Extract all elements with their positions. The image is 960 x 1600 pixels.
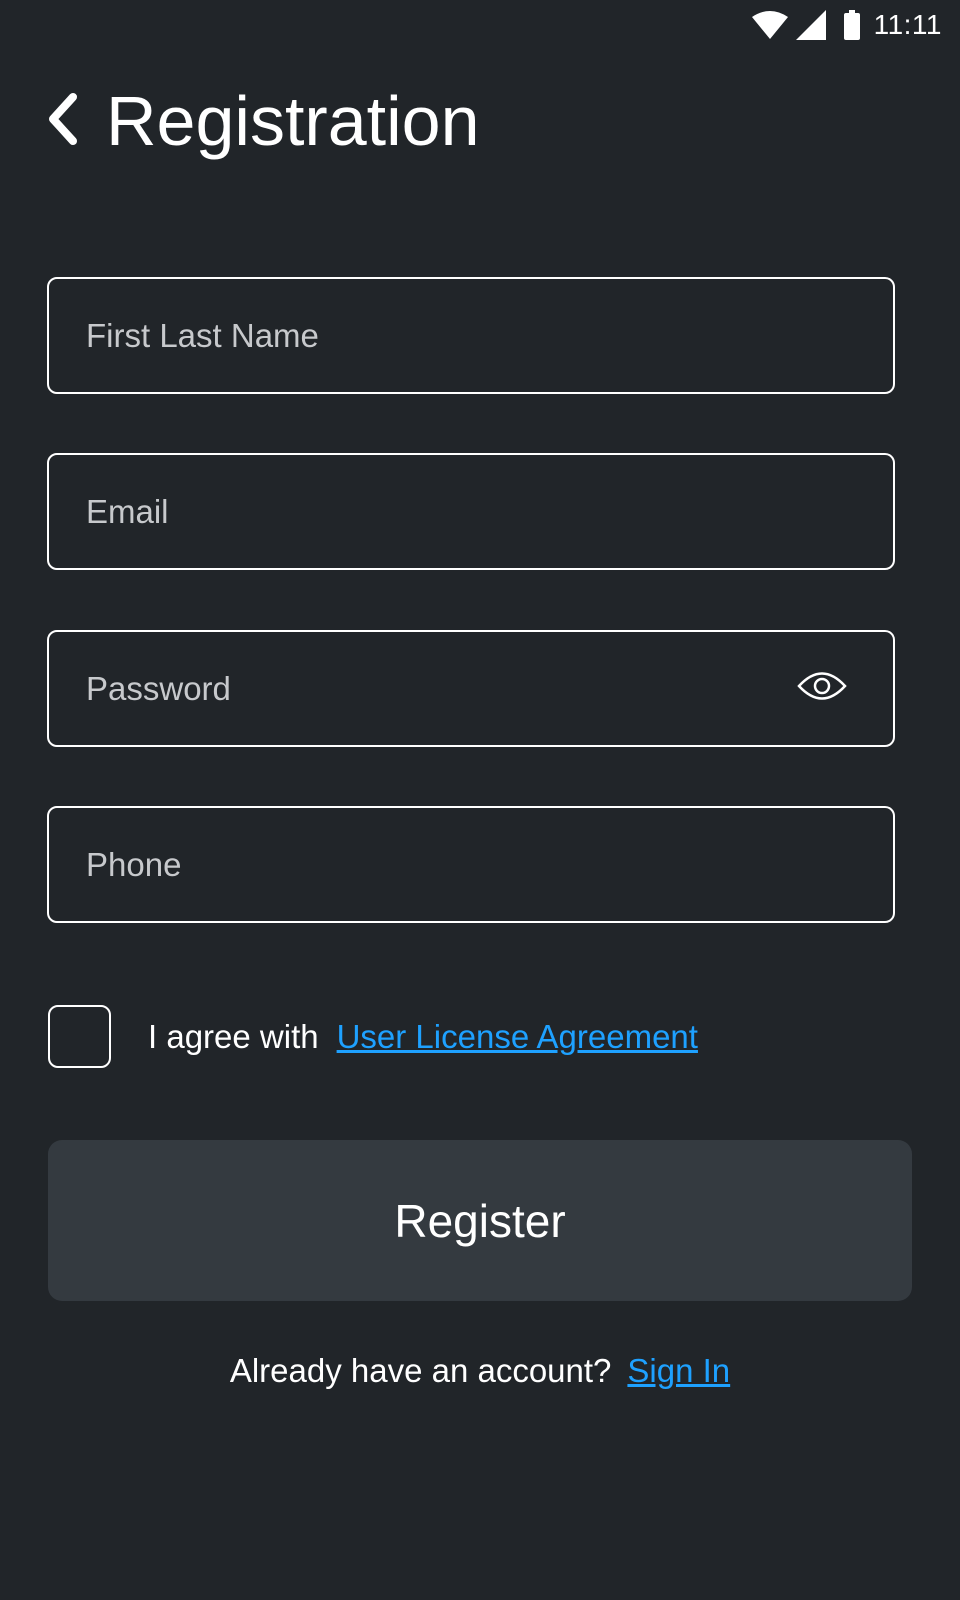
register-button[interactable]: Register: [48, 1140, 912, 1301]
email-input[interactable]: [49, 455, 893, 568]
agreement-text: I agree with: [148, 1017, 319, 1055]
name-input[interactable]: [49, 279, 893, 392]
password-visibility-toggle[interactable]: [787, 654, 857, 724]
status-bar: 11:11: [0, 0, 960, 50]
user-license-agreement-link[interactable]: User License Agreement: [337, 1018, 698, 1056]
phone-input[interactable]: [49, 808, 893, 921]
chevron-left-icon: [45, 92, 79, 150]
agreement-row: I agree with User License Agreement: [48, 1005, 698, 1068]
page-title: Registration: [106, 82, 480, 160]
status-icons: 11:11: [751, 6, 942, 44]
eye-icon: [797, 671, 847, 706]
status-time: 11:11: [873, 9, 942, 40]
name-field[interactable]: [47, 277, 895, 394]
cell-signal-icon: [795, 10, 826, 40]
signin-prompt: Already have an account?: [229, 1352, 612, 1389]
agreement-checkbox[interactable]: [48, 1005, 111, 1068]
back-button[interactable]: [40, 91, 84, 151]
sign-in-link[interactable]: Sign In: [627, 1352, 730, 1389]
phone-field[interactable]: [47, 806, 895, 923]
header: Registration: [40, 76, 480, 166]
signin-row: Already have an account? Sign In: [0, 1352, 960, 1390]
password-field[interactable]: [47, 630, 895, 747]
wifi-icon: [751, 11, 788, 39]
password-input[interactable]: [49, 632, 787, 745]
battery-icon: [843, 10, 860, 40]
email-field[interactable]: [47, 453, 895, 570]
